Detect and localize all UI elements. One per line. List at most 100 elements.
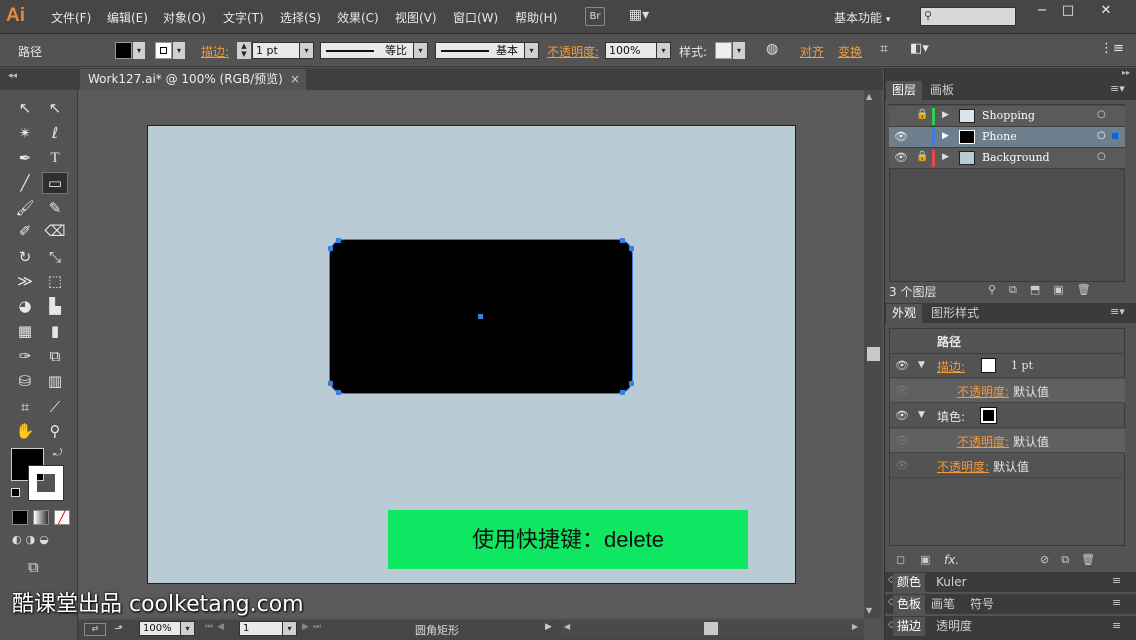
appearance-stroke-opacity-row[interactable]: 👁 不透明度: 默认值 bbox=[890, 379, 1125, 403]
panel-menu-icon[interactable]: ≡ bbox=[1112, 596, 1121, 609]
stroke-color-box[interactable] bbox=[28, 465, 64, 501]
expand-triangle-icon[interactable]: ▶ bbox=[942, 152, 949, 162]
eye-icon[interactable]: 👁 bbox=[895, 459, 909, 472]
add-effect-icon[interactable]: fx. bbox=[944, 553, 959, 567]
chevron-down-icon[interactable]: ▾ bbox=[181, 621, 195, 636]
swap-colors-icon[interactable]: ⤾ bbox=[53, 446, 62, 460]
eraser-tool-icon[interactable]: ⌫ bbox=[44, 221, 66, 241]
stroke-attribute-link[interactable]: 描边: bbox=[937, 358, 965, 375]
tab-color[interactable]: 颜色 bbox=[893, 573, 926, 592]
anchor-point[interactable] bbox=[620, 238, 625, 243]
stepper-icon[interactable]: ▲ ▼ bbox=[237, 42, 251, 59]
screen-mode-icon[interactable]: ⧉ bbox=[28, 558, 39, 576]
anchor-point[interactable] bbox=[328, 381, 333, 386]
appearance-stroke-row[interactable]: 👁 ▼ 描边: 1 pt bbox=[890, 354, 1125, 378]
tab-layers[interactable]: 图层 bbox=[886, 81, 923, 100]
bridge-button[interactable]: Br bbox=[585, 7, 605, 26]
scroll-up-icon[interactable]: ▲ bbox=[866, 92, 872, 101]
anchor-point[interactable] bbox=[620, 390, 625, 395]
opacity-link[interactable]: 不透明度: bbox=[957, 433, 1009, 450]
target-circle-icon[interactable]: ○ bbox=[1097, 130, 1106, 141]
collapse-panels-icon[interactable]: ▸▸ bbox=[885, 68, 1136, 80]
target-circle-icon[interactable]: ○ bbox=[1097, 151, 1106, 162]
panel-menu-icon[interactable]: ⋮≡ bbox=[1100, 41, 1124, 56]
color-mode-icon[interactable] bbox=[12, 510, 28, 525]
menu-help[interactable]: 帮助(H) bbox=[515, 9, 557, 26]
help-search-input[interactable]: ⚲ bbox=[920, 7, 1016, 26]
menu-select[interactable]: 选择(S) bbox=[280, 9, 321, 26]
vertical-scroll-thumb[interactable] bbox=[867, 347, 880, 361]
menu-type[interactable]: 文字(T) bbox=[223, 9, 264, 26]
selection-tool-icon[interactable]: ↖ bbox=[14, 98, 36, 118]
add-fill-icon[interactable]: ▣ bbox=[920, 553, 930, 566]
fill-color-swatch[interactable] bbox=[980, 407, 997, 424]
disclosure-triangle-icon[interactable]: ▼ bbox=[918, 410, 925, 420]
hand-tool-icon[interactable]: ✋ bbox=[14, 421, 36, 441]
expand-triangle-icon[interactable]: ▶ bbox=[942, 110, 949, 120]
tab-kuler[interactable]: Kuler bbox=[930, 573, 973, 592]
variable-width-profile[interactable]: 等比 bbox=[320, 42, 414, 59]
scroll-left-icon[interactable]: ◀ bbox=[564, 622, 570, 631]
line-tool-icon[interactable]: ╱ bbox=[14, 173, 36, 193]
rounded-rectangle-tool-icon[interactable]: ▭ bbox=[42, 172, 68, 194]
opacity-field[interactable]: 100% bbox=[605, 42, 657, 59]
document-profile-icon[interactable]: ⇄ bbox=[84, 623, 106, 636]
panel-menu-icon[interactable]: ≡ bbox=[1112, 574, 1121, 587]
shape-builder-tool-icon[interactable]: ◕ bbox=[14, 296, 36, 316]
transform-link[interactable]: 变换 bbox=[838, 43, 862, 60]
gradient-tool-icon[interactable]: ▮ bbox=[44, 321, 66, 341]
layers-panel-menu-icon[interactable]: ≡▾ bbox=[1110, 82, 1125, 95]
chevron-down-icon[interactable]: ▾ bbox=[133, 42, 145, 59]
selection-indicator[interactable] bbox=[1111, 132, 1119, 140]
arrange-documents-icon[interactable]: ▦▾ bbox=[624, 7, 654, 26]
tab-symbols[interactable]: 符号 bbox=[964, 595, 1000, 614]
eye-icon[interactable]: 👁 bbox=[894, 130, 908, 143]
chevron-down-icon[interactable]: ▾ bbox=[657, 42, 671, 59]
chevron-down-icon[interactable]: ▾ bbox=[300, 42, 314, 59]
opacity-link[interactable]: 不透明度: bbox=[937, 458, 989, 475]
eye-icon[interactable]: 👁 bbox=[895, 409, 909, 422]
disclosure-triangle-icon[interactable]: ▼ bbox=[918, 360, 925, 370]
stroke-link[interactable]: 描边: bbox=[201, 43, 229, 60]
eye-icon[interactable]: 👁 bbox=[895, 384, 909, 397]
magic-wand-tool-icon[interactable]: ✴ bbox=[14, 123, 36, 143]
appearance-footer-icons[interactable]: ⊘⧉🗑 bbox=[1040, 553, 1107, 567]
workspace-switcher[interactable]: 基本功能 ▾ bbox=[834, 9, 890, 26]
opacity-link[interactable]: 不透明度: bbox=[547, 43, 599, 60]
document-tab[interactable]: Work127.ai* @ 100% (RGB/预览) × bbox=[80, 69, 306, 90]
layer-name[interactable]: Shopping bbox=[982, 109, 1035, 122]
appearance-object-opacity-row[interactable]: 👁 不透明度: 默认值 bbox=[890, 454, 1125, 478]
close-tab-icon[interactable]: × bbox=[290, 69, 300, 90]
tab-swatches[interactable]: 色板 bbox=[893, 595, 926, 614]
stroke-weight-value[interactable]: 1 pt bbox=[1011, 359, 1033, 372]
add-stroke-icon[interactable]: ◻ bbox=[896, 553, 905, 566]
scroll-down-icon[interactable]: ▼ bbox=[866, 606, 872, 615]
graphic-style-swatch[interactable] bbox=[715, 42, 732, 59]
none-mode-icon[interactable]: ╱ bbox=[54, 510, 70, 525]
horizontal-scroll-thumb[interactable] bbox=[704, 622, 718, 635]
menu-window[interactable]: 窗口(W) bbox=[453, 9, 498, 26]
tab-stroke[interactable]: 描边 bbox=[893, 617, 926, 636]
stroke-swatch[interactable] bbox=[155, 42, 172, 59]
eyedropper-tool-icon[interactable]: ✑ bbox=[14, 346, 36, 366]
pen-tool-icon[interactable]: ✒ bbox=[14, 148, 36, 168]
draw-mode-icons[interactable]: ◐◑◒ bbox=[12, 533, 70, 549]
perspective-grid-tool-icon[interactable]: ▙ bbox=[44, 296, 66, 316]
open-in-bridge-icon[interactable]: ⬏ bbox=[114, 622, 123, 635]
free-transform-tool-icon[interactable]: ⬚ bbox=[44, 271, 66, 291]
align-link[interactable]: 对齐 bbox=[800, 43, 824, 60]
maximize-button[interactable]: □ bbox=[1056, 3, 1080, 19]
anchor-point[interactable] bbox=[629, 381, 634, 386]
stroke-weight-field[interactable]: 1 pt bbox=[252, 42, 300, 59]
fill-attribute-label[interactable]: 填色: bbox=[937, 408, 965, 425]
scale-tool-icon[interactable]: ⤡ bbox=[44, 247, 66, 267]
anchor-point[interactable] bbox=[629, 246, 634, 251]
tab-appearance[interactable]: 外观 bbox=[886, 304, 923, 323]
rotate-tool-icon[interactable]: ↻ bbox=[14, 247, 36, 267]
pencil-tool-icon[interactable]: ✎ bbox=[44, 198, 66, 218]
brush-definition[interactable]: 基本 bbox=[435, 42, 525, 59]
menu-view[interactable]: 视图(V) bbox=[395, 9, 437, 26]
menu-effect[interactable]: 效果(C) bbox=[337, 9, 379, 26]
zoom-field[interactable]: 100% bbox=[139, 621, 181, 636]
mesh-tool-icon[interactable]: ▦ bbox=[14, 321, 36, 341]
